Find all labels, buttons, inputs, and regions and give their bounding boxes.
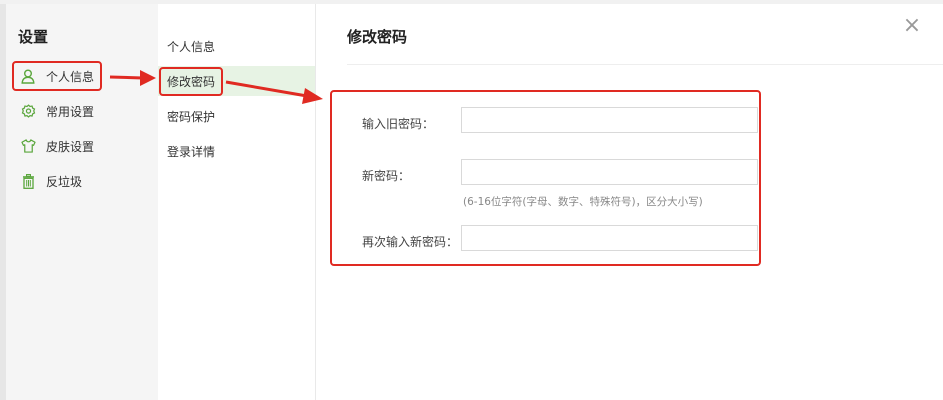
trash-icon [20, 173, 36, 189]
page-title: 修改密码 [347, 28, 408, 46]
submenu-item-label: 登录详情 [167, 144, 216, 159]
new-password-label: 新密码： [362, 169, 411, 183]
gear-icon [20, 103, 36, 119]
submenu-item-label: 修改密码 [159, 66, 224, 96]
submenu-item-personal-info[interactable]: 个人信息 [158, 31, 315, 61]
submenu-item-label: 密码保护 [167, 109, 216, 124]
old-password-field[interactable] [461, 107, 758, 133]
new-password-field[interactable] [461, 159, 758, 185]
sidebar-item-personal-info[interactable]: 个人信息 [12, 61, 102, 91]
shirt-icon [20, 138, 36, 154]
confirm-password-label: 再次输入新密码： [362, 235, 459, 249]
change-password-panel: 修改密码 × 输入旧密码： 新密码： (6-16位字符(字母、数字、特殊符号)，… [316, 4, 943, 400]
title-divider [347, 64, 943, 65]
personal-info-submenu: 个人信息 修改密码 密码保护 登录详情 [158, 4, 316, 400]
submenu-item-change-password[interactable]: 修改密码 [158, 66, 315, 96]
sidebar-item-label: 常用设置 [46, 104, 95, 119]
old-password-label: 输入旧密码： [362, 117, 435, 131]
sidebar-item-label: 个人信息 [46, 69, 95, 84]
submenu-item-login-details[interactable]: 登录详情 [158, 136, 315, 166]
sidebar-item-common-settings[interactable]: 常用设置 [14, 96, 154, 126]
confirm-password-field[interactable] [461, 225, 758, 251]
submenu-item-label: 个人信息 [167, 39, 216, 54]
sidebar-item-label: 皮肤设置 [46, 139, 95, 154]
password-hint: (6-16位字符(字母、数字、特殊符号)，区分大小写) [463, 196, 703, 208]
close-button[interactable]: × [902, 13, 922, 38]
password-form: 输入旧密码： 新密码： (6-16位字符(字母、数字、特殊符号)，区分大小写) … [330, 90, 761, 266]
sidebar-item-skin-settings[interactable]: 皮肤设置 [14, 131, 154, 161]
close-icon: × [902, 13, 922, 38]
submenu-item-password-protection[interactable]: 密码保护 [158, 101, 315, 131]
sidebar-item-anti-spam[interactable]: 反垃圾 [14, 166, 154, 196]
sidebar-item-label: 反垃圾 [46, 174, 83, 189]
sidebar-title: 设置 [18, 28, 49, 46]
settings-dialog: 设置 个人信息 常用设置 皮肤设置 反垃圾 个人信息 修改密码 密码保护 登录详… [6, 4, 943, 400]
settings-sidebar: 设置 个人信息 常用设置 皮肤设置 反垃圾 [6, 4, 158, 400]
user-icon [20, 68, 36, 84]
